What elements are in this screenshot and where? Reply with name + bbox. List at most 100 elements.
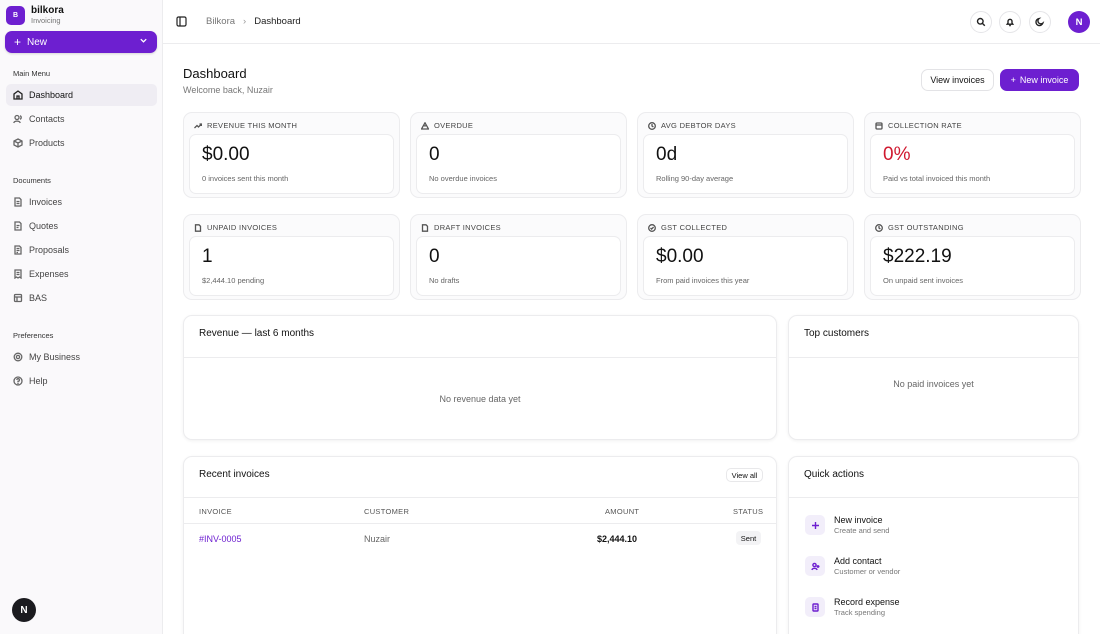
proposals-icon xyxy=(14,245,22,255)
page-subtitle: Welcome back, Nuzair xyxy=(183,85,273,95)
sidebar-item-products[interactable]: Products xyxy=(6,132,157,154)
clock-icon xyxy=(648,121,656,130)
stat-body: $0.00 From paid invoices this year xyxy=(643,236,848,296)
stat-label: OVERDUE xyxy=(434,121,474,130)
stat-description: From paid invoices this year xyxy=(656,276,750,285)
stat-description: On unpaid sent invoices xyxy=(883,276,964,285)
sidebar-item-quotes[interactable]: Quotes xyxy=(6,215,157,237)
sidebar-item-expenses[interactable]: Expenses xyxy=(6,263,157,285)
stat-value: 0 xyxy=(429,144,440,165)
expenses-icon xyxy=(14,269,22,279)
stat-label: AVG DEBTOR DAYS xyxy=(661,121,736,130)
stat-label: DRAFT INVOICES xyxy=(434,223,501,232)
divider xyxy=(184,523,776,524)
stat-description: No overdue invoices xyxy=(429,174,497,183)
stat-description: 0 invoices sent this month xyxy=(202,174,289,183)
stat-collection-rate: COLLECTION RATE 0% Paid vs total invoice… xyxy=(864,112,1081,198)
stat-unpaid-invoices: UNPAID INVOICES 1 $2,444.10 pending xyxy=(183,214,400,300)
footer-avatar[interactable]: N xyxy=(12,598,36,622)
stat-body: 1 $2,444.10 pending xyxy=(189,236,394,296)
quick-action-title: Add contact xyxy=(834,556,882,566)
stat-draft-invoices: DRAFT INVOICES 0 No drafts xyxy=(410,214,627,300)
quick-action-new-invoice[interactable]: New invoice Create and send xyxy=(805,515,889,536)
breadcrumb-current: Dashboard xyxy=(254,16,301,27)
stat-description: Rolling 90-day average xyxy=(656,174,734,183)
recent-invoices-card: Recent invoices View all INVOICE CUSTOME… xyxy=(183,456,777,634)
sidebar-item-dashboard[interactable]: Dashboard xyxy=(6,84,157,106)
file-icon xyxy=(421,223,429,232)
moon-icon xyxy=(1035,17,1045,27)
new-invoice-button[interactable]: + New invoice xyxy=(1000,69,1079,91)
sidebar-toggle-icon[interactable] xyxy=(176,16,187,27)
search-icon xyxy=(976,17,986,27)
sidebar-item-invoices[interactable]: Invoices xyxy=(6,191,157,213)
stat-label: UNPAID INVOICES xyxy=(207,223,278,232)
stat-body: 0 No overdue invoices xyxy=(416,134,621,194)
card-title: Recent invoices xyxy=(199,469,270,480)
quick-action-add-contact[interactable]: Add contact Customer or vendor xyxy=(805,556,900,577)
sidebar-item-contacts[interactable]: Contacts xyxy=(6,108,157,130)
trending-up-icon xyxy=(194,122,202,128)
sidebar-item-label: Proposals xyxy=(29,245,70,255)
quick-action-subtitle: Customer or vendor xyxy=(834,567,901,576)
empty-message: No revenue data yet xyxy=(439,394,521,404)
new-button[interactable]: + New xyxy=(5,31,157,53)
stat-description: Paid vs total invoiced this month xyxy=(883,174,991,183)
plus-icon xyxy=(805,515,825,535)
stat-label: GST OUTSTANDING xyxy=(888,223,964,232)
stat-description: $2,444.10 pending xyxy=(202,276,265,285)
stat-description: No drafts xyxy=(429,276,460,285)
products-icon xyxy=(13,138,23,148)
receipt-icon xyxy=(805,597,825,617)
view-invoices-button[interactable]: View invoices xyxy=(921,69,994,91)
stat-revenue-this-month: REVENUE THIS MONTH $0.00 0 invoices sent… xyxy=(183,112,400,198)
stat-value: 0 xyxy=(429,246,440,267)
invoice-amount: $2,444.10 xyxy=(597,534,638,544)
column-header-status: STATUS xyxy=(733,507,764,516)
stat-value: 1 xyxy=(202,246,213,267)
column-header-customer: CUSTOMER xyxy=(364,507,410,516)
sidebar-item-label: BAS xyxy=(29,293,48,303)
theme-toggle-button[interactable] xyxy=(1029,11,1051,33)
user-avatar[interactable]: N xyxy=(1068,11,1090,33)
stat-gst-collected: GST COLLECTED $0.00 From paid invoices t… xyxy=(637,214,854,300)
view-all-button[interactable]: View all xyxy=(726,468,763,482)
sidebar-item-label: Quotes xyxy=(29,221,59,231)
bell-icon xyxy=(1005,18,1015,27)
brand-subtitle: Invoicing xyxy=(31,16,61,25)
empty-message: No paid invoices yet xyxy=(893,379,974,389)
sidebar-item-bas[interactable]: BAS xyxy=(6,287,157,309)
bank-icon xyxy=(875,121,883,130)
sidebar-item-help[interactable]: Help xyxy=(6,370,157,392)
search-button[interactable] xyxy=(970,11,992,33)
stat-avg-debtor-days: AVG DEBTOR DAYS 0d Rolling 90-day averag… xyxy=(637,112,854,198)
stat-label: GST COLLECTED xyxy=(661,223,728,232)
sidebar-item-label: Invoices xyxy=(29,197,63,207)
chevron-right-icon: › xyxy=(243,16,247,27)
invoice-link[interactable]: #INV-0005 xyxy=(199,534,242,544)
divider xyxy=(184,357,776,358)
sidebar-item-label: Help xyxy=(29,376,48,386)
sidebar: B bilkora Invoicing + New Main Menu Dash… xyxy=(0,0,163,634)
sidebar-item-label: Products xyxy=(29,138,65,148)
new-button-label: New xyxy=(27,36,48,48)
stat-overdue: OVERDUE 0 No overdue invoices xyxy=(410,112,627,198)
sidebar-item-proposals[interactable]: Proposals xyxy=(6,239,157,261)
clock-icon xyxy=(875,223,883,232)
section-label-preferences: Preferences xyxy=(13,331,54,340)
notifications-button[interactable] xyxy=(999,11,1021,33)
stat-body: 0 No drafts xyxy=(416,236,621,296)
chevron-down-icon xyxy=(139,36,148,48)
top-customers-card: Top customers No paid invoices yet xyxy=(788,315,1079,440)
quick-action-subtitle: Create and send xyxy=(834,526,890,535)
card-title: Revenue — last 6 months xyxy=(199,328,315,339)
quick-action-record-expense[interactable]: Record expense Track spending xyxy=(805,597,900,618)
divider xyxy=(789,497,1078,498)
brand[interactable]: B bilkora Invoicing xyxy=(6,5,64,25)
help-icon xyxy=(13,376,23,386)
page-title: Dashboard xyxy=(183,66,247,81)
sidebar-item-my-business[interactable]: My Business xyxy=(6,346,157,368)
warning-icon xyxy=(421,121,429,130)
stat-gst-outstanding: GST OUTSTANDING $222.19 On unpaid sent i… xyxy=(864,214,1081,300)
breadcrumb-root[interactable]: Bilkora xyxy=(206,16,235,27)
